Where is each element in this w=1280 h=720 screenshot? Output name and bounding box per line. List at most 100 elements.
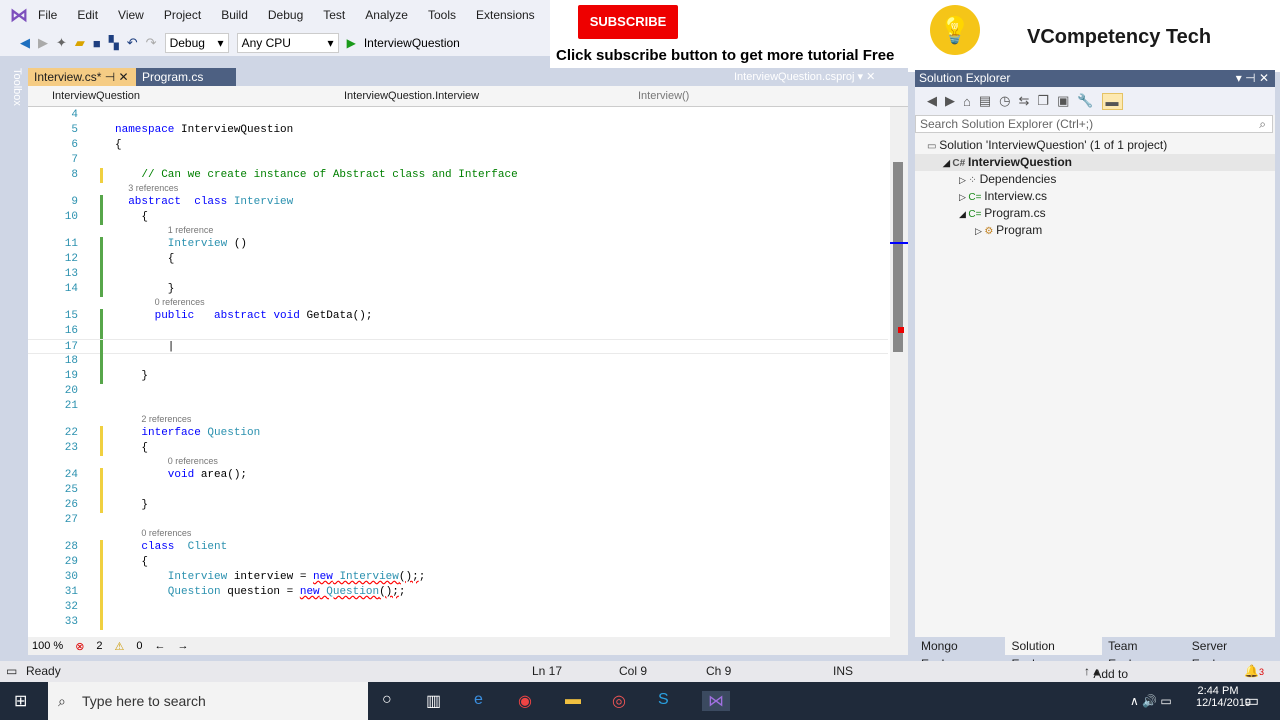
code-line[interactable]: 7 [28,153,888,168]
menu-test[interactable]: Test [323,8,345,22]
code-line[interactable]: 24 void area(); [28,468,888,483]
menu-analyze[interactable]: Analyze [365,8,408,22]
solution-search-input[interactable]: Search Solution Explorer (Ctrl+;) ⌕ [915,115,1273,133]
start-button[interactable]: InterviewQuestion [364,36,460,50]
tree-item[interactable]: ◢ C= Program.cs [915,205,1275,222]
code-line[interactable]: 6{ [28,138,888,153]
code-line[interactable]: 9 abstract class Interview [28,195,888,210]
code-line[interactable]: 18 [28,354,888,369]
toolbox-tab[interactable]: Toolbox [5,68,23,108]
pin-icon[interactable]: ⊣ [105,70,115,84]
file-explorer-icon[interactable]: ▬ [565,691,581,709]
collapse-all-icon[interactable]: ❐ [1037,93,1049,109]
code-line[interactable]: 27 [28,513,888,528]
switch-views-icon[interactable]: ▤ [979,93,991,109]
collapse-arrow-icon[interactable]: ◢ [959,209,968,219]
codelens-references[interactable]: 0 references [155,296,205,308]
close-icon[interactable]: ▾ ⊣ ✕ [1236,70,1269,87]
codelens-references[interactable]: 0 references [168,455,218,467]
properties-wrench-icon[interactable]: 🔧 [1077,93,1093,109]
visual-studio-taskbar-icon[interactable]: ⋈ [702,691,730,711]
code-editor[interactable]: 4 5 namespace InterviewQuestion 6{7 8 // Can… [28,107,908,637]
preview-toggle-icon[interactable]: ▬ [1101,92,1123,110]
forward-icon[interactable]: ▶ [38,35,48,51]
open-icon[interactable]: ▰ [75,35,85,51]
code-line[interactable]: 33 [28,615,888,630]
back-icon[interactable]: ◀ [20,35,30,51]
code-line[interactable]: 8 // Can we create instance of Abstract … [28,168,888,183]
tab-interview-cs[interactable]: Interview.cs* ⊣ ✕ [28,68,136,86]
code-line[interactable]: 4 [28,108,888,123]
show-all-files-icon[interactable]: ▣ [1057,93,1069,109]
skype-icon[interactable]: S [658,691,669,709]
undo-icon[interactable]: ↶ [127,35,138,51]
menu-edit[interactable]: Edit [77,8,98,22]
windows-start-icon[interactable]: ⊞ [14,691,27,711]
cortana-icon[interactable]: ○ [382,691,392,709]
code-line[interactable]: 20 [28,384,888,399]
close-icon[interactable]: ✕ [119,70,129,84]
redo-icon[interactable]: ↷ [146,35,157,51]
system-tray-icons[interactable]: ∧ 🔊 ▭ [1130,694,1172,708]
menu-file[interactable]: File [38,8,57,22]
code-line[interactable]: 30 Interview interview = new Interview()… [28,570,888,585]
menu-project[interactable]: Project [164,8,201,22]
tab-mongo-explorer[interactable]: Mongo Explorer [915,637,1005,671]
codelens-references[interactable]: 0 references [141,527,191,539]
platform-select[interactable]: Any CPU ▾ [236,33,339,53]
tree-item[interactable]: ▷ ⁘ Dependencies [915,171,1275,188]
collapse-arrow-icon[interactable]: ◢ [943,158,952,168]
tab-program-cs[interactable]: Program.cs [136,68,236,86]
menu-build[interactable]: Build [221,8,248,22]
code-line[interactable]: 32 [28,600,888,615]
tab-csproj[interactable]: InterviewQuestion.csproj ▾ ✕ [728,68,881,86]
source-control-button[interactable]: ↑ Add to Source Control ▴ [1084,664,1132,709]
code-line[interactable]: 29 { [28,555,888,570]
project-dropdown[interactable]: InterviewQuestion [32,88,322,105]
menu-debug[interactable]: Debug [268,8,303,22]
code-line[interactable]: 12 { [28,252,888,267]
code-line[interactable]: 31 Question question = new Question();; [28,585,888,600]
member-dropdown[interactable]: Interview() [618,88,903,105]
edge-icon[interactable]: e [474,691,483,709]
tab-solution-explorer[interactable]: Solution Explorer [1005,637,1103,671]
code-line[interactable]: 15 public abstract void GetData(); [28,309,888,324]
chrome-icon[interactable]: ◉ [518,691,532,711]
play-icon[interactable]: ▶ [347,36,356,50]
notifications-icon[interactable]: 🔔 3 [1244,664,1264,678]
code-line[interactable]: 28 class Client [28,540,888,555]
action-center-icon[interactable]: ▭ [1244,691,1259,711]
code-line[interactable]: 16 [28,324,888,339]
tree-item[interactable]: ▷ C= Interview.cs [915,188,1275,205]
configuration-select[interactable]: Debug ▾ [164,33,229,53]
code-line[interactable]: 26 } [28,498,888,513]
home-icon[interactable]: ⌂ [963,94,971,109]
warning-count[interactable]: 0 [136,640,142,652]
code-line[interactable]: 23 { [28,441,888,456]
type-dropdown[interactable]: InterviewQuestion.Interview [324,88,614,105]
history-icon[interactable]: ◷ [999,93,1010,109]
zoom-select[interactable]: 100 % [32,640,63,652]
code-line[interactable]: 11 Interview () [28,237,888,252]
taskbar-search-input[interactable]: ⌕ Type here to search [48,682,368,720]
menu-view[interactable]: View [118,8,144,22]
expand-arrow-icon[interactable]: ▷ [959,175,968,185]
forward-icon[interactable]: ▶ [945,93,955,109]
tree-item[interactable]: ◢ C# InterviewQuestion [915,154,1275,171]
menu-extensions[interactable]: Extensions [476,8,535,22]
tree-item[interactable]: ▷ ⚙ Program [915,222,1275,239]
code-line[interactable]: 13 [28,267,888,282]
subscribe-button[interactable]: SUBSCRIBE [578,5,678,39]
scrollbar-thumb[interactable] [893,162,903,352]
codelens-references[interactable]: 3 references [128,182,178,194]
new-project-icon[interactable]: ✦ [56,35,67,51]
menu-tools[interactable]: Tools [428,8,456,22]
code-line[interactable]: 22 interface Question [28,426,888,441]
code-line[interactable]: 10 { [28,210,888,225]
codelens-references[interactable]: 2 references [141,413,191,425]
sync-icon[interactable]: ⇆ [1019,93,1030,109]
code-line[interactable]: 17 | [28,339,888,355]
code-line[interactable]: 14 } [28,282,888,297]
expand-arrow-icon[interactable]: ▷ [959,192,968,202]
tree-item[interactable]: ▭ Solution 'InterviewQuestion' (1 of 1 p… [915,137,1275,154]
